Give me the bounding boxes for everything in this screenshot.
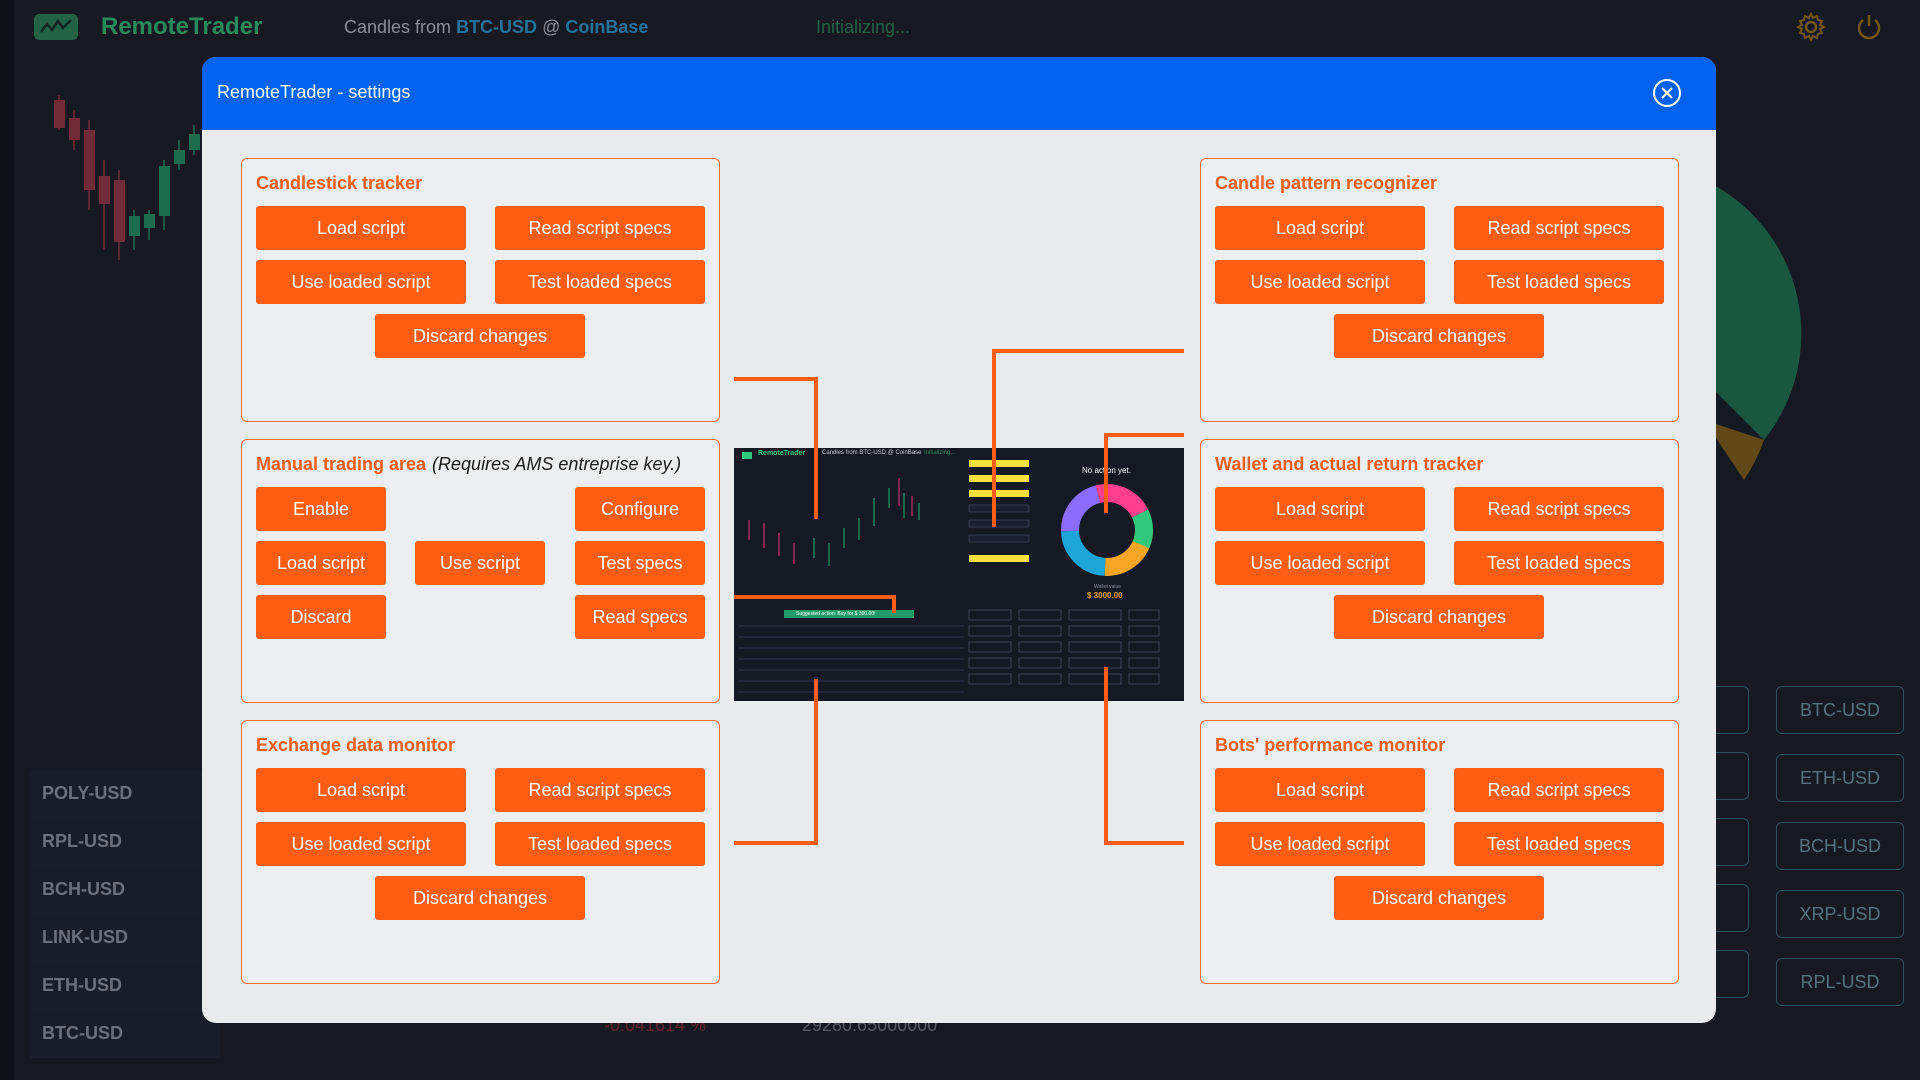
load-script-button[interactable]: Load script — [1215, 768, 1425, 812]
use-loaded-script-button[interactable]: Use loaded script — [1215, 260, 1425, 304]
test-loaded-specs-button[interactable]: Test loaded specs — [495, 822, 705, 866]
preview-suggested-action: Suggested action: Buy for $ 300.00! — [796, 611, 876, 617]
test-specs-button[interactable]: Test specs — [575, 541, 705, 585]
preview-status: Initializing... — [924, 450, 956, 456]
panel-title: Candlestick tracker — [256, 173, 423, 193]
discard-changes-button[interactable]: Discard changes — [1334, 595, 1544, 639]
use-loaded-script-button[interactable]: Use loaded script — [1215, 541, 1425, 585]
preview-wallet-value: $ 3000.00 — [1087, 591, 1123, 600]
connector-line — [734, 841, 818, 845]
test-loaded-specs-button[interactable]: Test loaded specs — [1454, 541, 1664, 585]
panel-exchange-data-monitor: Exchange data monitor Load script Read s… — [241, 720, 720, 984]
modal-header: RemoteTrader - settings — [202, 57, 1716, 130]
read-specs-button[interactable]: Read specs — [575, 595, 705, 639]
panel-candle-pattern-recognizer: Candle pattern recognizer Load script Re… — [1200, 158, 1679, 422]
close-icon[interactable] — [1652, 78, 1682, 108]
connector-line — [1104, 667, 1108, 845]
connector-line — [734, 595, 896, 599]
use-script-button[interactable]: Use script — [415, 541, 545, 585]
preview-graphic — [739, 452, 1160, 693]
test-loaded-specs-button[interactable]: Test loaded specs — [1454, 822, 1664, 866]
read-script-specs-button[interactable]: Read script specs — [1454, 768, 1664, 812]
load-script-button[interactable]: Load script — [256, 768, 466, 812]
panel-note: (Requires AMS entreprise key.) — [432, 454, 682, 474]
connector-line — [1104, 433, 1108, 513]
load-script-button[interactable]: Load script — [1215, 206, 1425, 250]
panel-candlestick-tracker: Candlestick tracker Load script Read scr… — [241, 158, 720, 422]
load-script-button[interactable]: Load script — [256, 206, 466, 250]
panel-title-text: Manual trading area — [256, 454, 427, 474]
preview-app-name: RemoteTrader — [758, 450, 806, 457]
panel-manual-trading-area: Manual trading area (Requires AMS entrepr… — [241, 439, 720, 703]
discard-changes-button[interactable]: Discard changes — [1334, 314, 1544, 358]
connector-line — [992, 349, 996, 527]
read-script-specs-button[interactable]: Read script specs — [495, 768, 705, 812]
connector-line — [1104, 841, 1184, 845]
preview-candles-label: Candles from BTC-USD @ CoinBase — [822, 450, 922, 456]
panel-wallet-return-tracker: Wallet and actual return tracker Load sc… — [1200, 439, 1679, 703]
connector-line — [734, 377, 816, 381]
use-loaded-script-button[interactable]: Use loaded script — [256, 822, 466, 866]
preview-wallet-label: Wallet value — [1094, 584, 1122, 590]
settings-modal: RemoteTrader - settings Candlestick trac… — [202, 57, 1716, 1023]
read-script-specs-button[interactable]: Read script specs — [1454, 206, 1664, 250]
panel-title: Manual trading area (Requires AMS entrepr… — [256, 454, 681, 475]
use-loaded-script-button[interactable]: Use loaded script — [1215, 822, 1425, 866]
load-script-button[interactable]: Load script — [1215, 487, 1425, 531]
discard-changes-button[interactable]: Discard changes — [375, 314, 585, 358]
panel-title: Exchange data monitor — [256, 735, 456, 755]
connector-line — [892, 595, 896, 613]
modal-title: RemoteTrader - settings — [217, 82, 411, 102]
panel-title: Bots' performance monitor — [1215, 735, 1446, 755]
connector-line — [992, 349, 1184, 353]
test-loaded-specs-button[interactable]: Test loaded specs — [495, 260, 705, 304]
panel-title: Candle pattern recognizer — [1215, 173, 1438, 193]
read-script-specs-button[interactable]: Read script specs — [495, 206, 705, 250]
use-loaded-script-button[interactable]: Use loaded script — [256, 260, 466, 304]
enable-button[interactable]: Enable — [256, 487, 386, 531]
layout-preview: RemoteTrader Candles from BTC-USD @ Coin… — [734, 448, 1184, 701]
panel-bots-performance-monitor: Bots' performance monitor Load script Re… — [1200, 720, 1679, 984]
connector-line — [814, 377, 818, 519]
configure-button[interactable]: Configure — [575, 487, 705, 531]
discard-changes-button[interactable]: Discard changes — [375, 876, 585, 920]
discard-changes-button[interactable]: Discard changes — [1334, 876, 1544, 920]
discard-button[interactable]: Discard — [256, 595, 386, 639]
load-script-button[interactable]: Load script — [256, 541, 386, 585]
panel-title: Wallet and actual return tracker — [1215, 454, 1484, 474]
read-script-specs-button[interactable]: Read script specs — [1454, 487, 1664, 531]
test-loaded-specs-button[interactable]: Test loaded specs — [1454, 260, 1664, 304]
connector-line — [1104, 433, 1184, 437]
connector-line — [814, 679, 818, 845]
